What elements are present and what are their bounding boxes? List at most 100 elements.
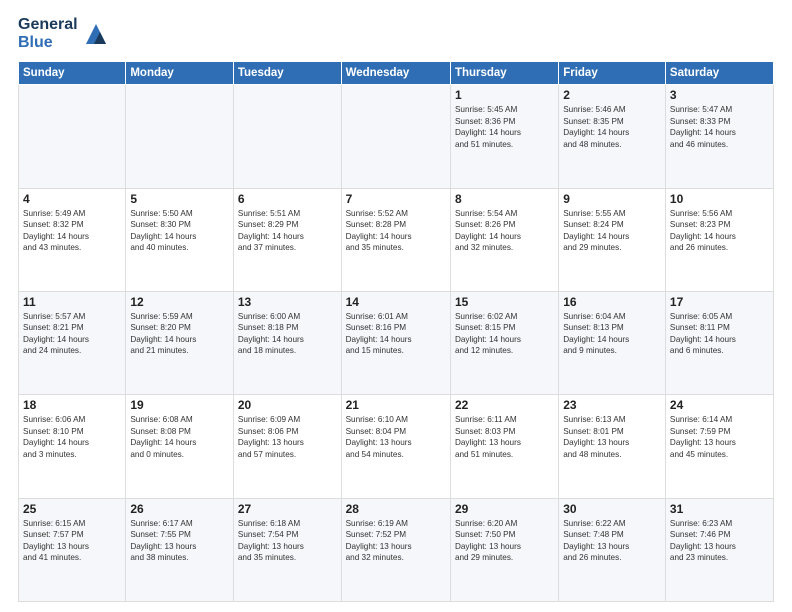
cell-content: Sunrise: 6:00 AMSunset: 8:18 PMDaylight:… [238,311,337,357]
calendar-table: SundayMondayTuesdayWednesdayThursdayFrid… [18,61,774,602]
header: General Blue [18,16,774,51]
day-number: 26 [130,502,229,516]
calendar-cell: 27 Sunrise: 6:18 AMSunset: 7:54 PMDayligh… [233,498,341,601]
calendar-cell: 17Sunrise: 6:05 AMSunset: 8:11 PMDayligh… [665,291,773,394]
cell-content: Sunrise: 5:55 AMSunset: 8:24 PMDaylight:… [563,208,661,254]
cell-content: Sunrise: 5:46 AMSunset: 8:35 PMDaylight:… [563,104,661,150]
calendar-cell: 26 Sunrise: 6:17 AMSunset: 7:55 PMDayligh… [126,498,234,601]
calendar-cell: 1Sunrise: 5:45 AMSunset: 8:36 PMDaylight… [450,85,558,188]
week-row-2: 11Sunrise: 5:57 AMSunset: 8:21 PMDayligh… [19,291,774,394]
weekday-header-friday: Friday [559,62,666,85]
calendar-cell: 25 Sunrise: 6:15 AMSunset: 7:57 PMDayligh… [19,498,126,601]
day-number: 21 [346,398,446,412]
cell-content: Sunrise: 6:17 AMSunset: 7:55 PMDaylight:… [130,518,229,564]
logo-area: General Blue [18,16,112,51]
cell-content: Sunrise: 5:49 AMSunset: 8:32 PMDaylight:… [23,208,121,254]
day-number: 30 [563,502,661,516]
page: General Blue SundayMondayTuesdayWednesda… [0,0,792,612]
week-row-4: 25 Sunrise: 6:15 AMSunset: 7:57 PMDayligh… [19,498,774,601]
day-number: 20 [238,398,337,412]
week-row-3: 18 Sunrise: 6:06 AMSunset: 8:10 PMDayligh… [19,395,774,498]
day-number: 25 [23,502,121,516]
day-number: 22 [455,398,554,412]
calendar-cell: 23 Sunrise: 6:13 AMSunset: 8:01 PMDayligh… [559,395,666,498]
day-number: 27 [238,502,337,516]
cell-content: Sunrise: 5:52 AMSunset: 8:28 PMDaylight:… [346,208,446,254]
day-number: 2 [563,88,661,102]
calendar-cell: 9 Sunrise: 5:55 AMSunset: 8:24 PMDaylight… [559,188,666,291]
day-number: 19 [130,398,229,412]
day-number: 24 [670,398,769,412]
cell-content: Sunrise: 5:57 AMSunset: 8:21 PMDaylight:… [23,311,121,357]
calendar-cell: 21 Sunrise: 6:10 AMSunset: 8:04 PMDayligh… [341,395,450,498]
cell-content: Sunrise: 6:06 AMSunset: 8:10 PMDaylight:… [23,414,121,460]
day-number: 18 [23,398,121,412]
calendar-cell: 16 Sunrise: 6:04 AMSunset: 8:13 PMDayligh… [559,291,666,394]
calendar-cell: 19 Sunrise: 6:08 AMSunset: 8:08 PMDayligh… [126,395,234,498]
cell-content: Sunrise: 5:59 AMSunset: 8:20 PMDaylight:… [130,311,229,357]
calendar-cell [233,85,341,188]
calendar-cell: 24 Sunrise: 6:14 AMSunset: 7:59 PMDayligh… [665,395,773,498]
cell-content: Sunrise: 6:18 AMSunset: 7:54 PMDaylight:… [238,518,337,564]
cell-content: Sunrise: 6:04 AMSunset: 8:13 PMDaylight:… [563,311,661,357]
cell-content: Sunrise: 5:54 AMSunset: 8:26 PMDaylight:… [455,208,554,254]
calendar-cell [19,85,126,188]
cell-content: Sunrise: 6:10 AMSunset: 8:04 PMDaylight:… [346,414,446,460]
calendar-cell: 5Sunrise: 5:50 AMSunset: 8:30 PMDaylight… [126,188,234,291]
cell-content: Sunrise: 6:22 AMSunset: 7:48 PMDaylight:… [563,518,661,564]
calendar-cell: 4 Sunrise: 5:49 AMSunset: 8:32 PMDaylight… [19,188,126,291]
calendar-cell: 14 Sunrise: 6:01 AMSunset: 8:16 PMDayligh… [341,291,450,394]
calendar-cell: 29Sunrise: 6:20 AMSunset: 7:50 PMDayligh… [450,498,558,601]
day-number: 8 [455,192,554,206]
calendar-cell: 11Sunrise: 5:57 AMSunset: 8:21 PMDayligh… [19,291,126,394]
day-number: 12 [130,295,229,309]
weekday-header-sunday: Sunday [19,62,126,85]
cell-content: Sunrise: 6:02 AMSunset: 8:15 PMDaylight:… [455,311,554,357]
calendar-cell: 20 Sunrise: 6:09 AMSunset: 8:06 PMDayligh… [233,395,341,498]
day-number: 4 [23,192,121,206]
calendar-cell: 13 Sunrise: 6:00 AMSunset: 8:18 PMDayligh… [233,291,341,394]
calendar-cell: 7 Sunrise: 5:52 AMSunset: 8:28 PMDaylight… [341,188,450,291]
day-number: 31 [670,502,769,516]
calendar-cell: 12 Sunrise: 5:59 AMSunset: 8:20 PMDayligh… [126,291,234,394]
week-row-0: 1Sunrise: 5:45 AMSunset: 8:36 PMDaylight… [19,85,774,188]
cell-content: Sunrise: 6:14 AMSunset: 7:59 PMDaylight:… [670,414,769,460]
calendar-cell: 30 Sunrise: 6:22 AMSunset: 7:48 PMDayligh… [559,498,666,601]
cell-content: Sunrise: 6:15 AMSunset: 7:57 PMDaylight:… [23,518,121,564]
cell-content: Sunrise: 6:23 AMSunset: 7:46 PMDaylight:… [670,518,769,564]
calendar-cell [126,85,234,188]
calendar-cell: 3Sunrise: 5:47 AMSunset: 8:33 PMDaylight… [665,85,773,188]
calendar-cell: 15 Sunrise: 6:02 AMSunset: 8:15 PMDayligh… [450,291,558,394]
day-number: 23 [563,398,661,412]
calendar-cell: 8 Sunrise: 5:54 AMSunset: 8:26 PMDaylight… [450,188,558,291]
day-number: 9 [563,192,661,206]
logo-general: General [18,16,78,34]
day-number: 14 [346,295,446,309]
day-number: 7 [346,192,446,206]
logo-blue: Blue [18,34,78,52]
cell-content: Sunrise: 5:47 AMSunset: 8:33 PMDaylight:… [670,104,769,150]
day-number: 5 [130,192,229,206]
calendar-cell: 10Sunrise: 5:56 AMSunset: 8:23 PMDayligh… [665,188,773,291]
weekday-header-saturday: Saturday [665,62,773,85]
weekday-header-thursday: Thursday [450,62,558,85]
cell-content: Sunrise: 6:09 AMSunset: 8:06 PMDaylight:… [238,414,337,460]
day-number: 1 [455,88,554,102]
day-number: 16 [563,295,661,309]
calendar-cell: 2 Sunrise: 5:46 AMSunset: 8:35 PMDaylight… [559,85,666,188]
cell-content: Sunrise: 5:51 AMSunset: 8:29 PMDaylight:… [238,208,337,254]
calendar-cell: 6Sunrise: 5:51 AMSunset: 8:29 PMDaylight… [233,188,341,291]
cell-content: Sunrise: 6:08 AMSunset: 8:08 PMDaylight:… [130,414,229,460]
calendar-cell: 18 Sunrise: 6:06 AMSunset: 8:10 PMDayligh… [19,395,126,498]
calendar-cell [341,85,450,188]
cell-content: Sunrise: 6:01 AMSunset: 8:16 PMDaylight:… [346,311,446,357]
cell-content: Sunrise: 6:11 AMSunset: 8:03 PMDaylight:… [455,414,554,460]
day-number: 29 [455,502,554,516]
week-row-1: 4 Sunrise: 5:49 AMSunset: 8:32 PMDaylight… [19,188,774,291]
cell-content: Sunrise: 6:19 AMSunset: 7:52 PMDaylight:… [346,518,446,564]
day-number: 15 [455,295,554,309]
weekday-header-row: SundayMondayTuesdayWednesdayThursdayFrid… [19,62,774,85]
day-number: 13 [238,295,337,309]
cell-content: Sunrise: 6:13 AMSunset: 8:01 PMDaylight:… [563,414,661,460]
weekday-header-monday: Monday [126,62,234,85]
